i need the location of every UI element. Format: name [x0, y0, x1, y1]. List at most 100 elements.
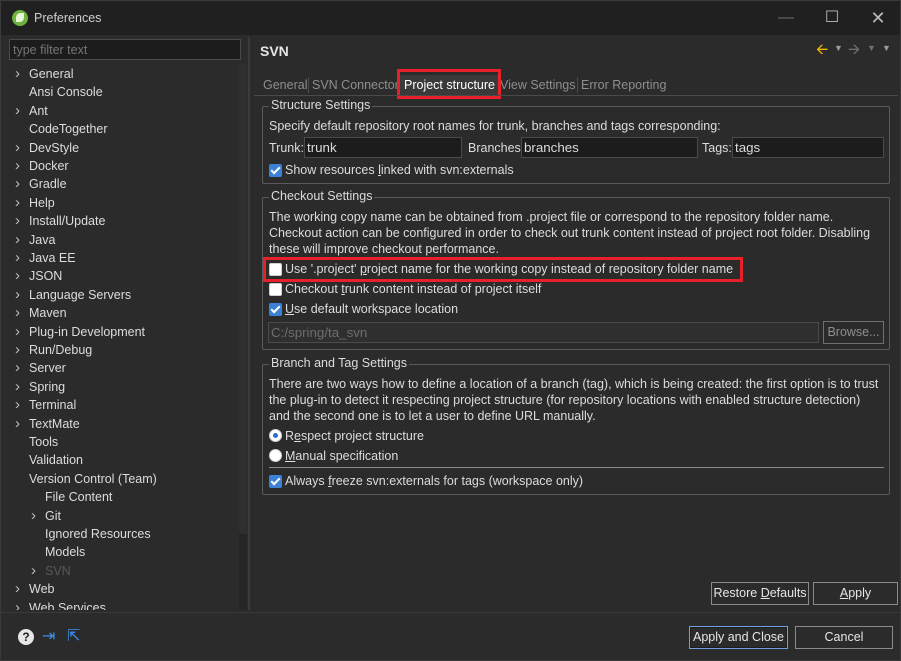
chevron-right-icon[interactable]: ›: [15, 396, 29, 414]
chevron-right-icon[interactable]: ›: [15, 341, 29, 359]
sidebar-item-gradle[interactable]: › Gradle: [15, 175, 67, 193]
arrow-left-icon[interactable]: 🡨: [816, 39, 828, 64]
sidebar-item-tools[interactable]: Tools: [15, 433, 58, 451]
chevron-right-icon[interactable]: ›: [15, 65, 29, 83]
sidebar-item-java-ee[interactable]: › Java EE: [15, 249, 76, 267]
sidebar-item-general[interactable]: › General: [15, 65, 73, 83]
sidebar-item-devstyle[interactable]: › DevStyle: [15, 139, 79, 157]
chevron-right-icon[interactable]: ›: [15, 599, 29, 610]
tree-scrollbar[interactable]: [239, 64, 247, 610]
use-project-name-label[interactable]: Use '.project' project name for the work…: [285, 262, 733, 276]
chevron-right-icon[interactable]: ›: [15, 139, 29, 157]
sidebar-item-validation[interactable]: Validation: [15, 451, 83, 469]
chevron-right-icon[interactable]: ›: [15, 249, 29, 267]
forward-history-chevron-down-icon[interactable]: ▼: [867, 43, 876, 53]
default-workspace-label[interactable]: Use default workspace location: [285, 302, 458, 316]
sidebar-item-docker[interactable]: › Docker: [15, 157, 69, 175]
sidebar-item-label: DevStyle: [29, 140, 80, 155]
arrow-right-icon[interactable]: 🡪: [848, 39, 860, 64]
checkout-trunk-label[interactable]: Checkout trunk content instead of projec…: [285, 282, 541, 296]
manual-specification-label[interactable]: Manual specification: [285, 449, 398, 463]
sidebar-item-label: Run/Debug: [29, 343, 93, 357]
default-workspace-checkbox[interactable]: [269, 303, 282, 316]
sidebar-item-maven[interactable]: › Maven: [15, 304, 67, 322]
freeze-externals-checkbox[interactable]: [269, 475, 282, 488]
chevron-right-icon[interactable]: ›: [31, 507, 45, 525]
chevron-right-icon[interactable]: ›: [15, 580, 29, 598]
sidebar-item-help[interactable]: › Help: [15, 194, 55, 212]
panel-splitter[interactable]: [248, 37, 250, 610]
chevron-right-icon[interactable]: ›: [15, 378, 29, 396]
tab-view-settings[interactable]: View Settings: [500, 75, 576, 95]
sidebar-item-file-content[interactable]: File Content: [31, 488, 112, 506]
sidebar-item-language-servers[interactable]: › Language Servers: [15, 286, 131, 304]
export-icon[interactable]: ⇱: [67, 628, 85, 646]
chevron-right-icon[interactable]: ›: [15, 157, 29, 175]
minimize-icon[interactable]: —: [763, 1, 809, 35]
chevron-right-icon[interactable]: ›: [15, 415, 29, 433]
show-externals-checkbox[interactable]: [269, 164, 282, 177]
chevron-right-icon[interactable]: ›: [15, 102, 29, 120]
sidebar-item-web[interactable]: › Web: [15, 580, 54, 598]
apply-button[interactable]: Apply: [813, 582, 898, 605]
tags-field[interactable]: [732, 137, 884, 158]
sidebar-item-svn[interactable]: › SVN: [31, 562, 71, 580]
sidebar-item-spring[interactable]: › Spring: [15, 378, 65, 396]
sidebar-item-ignored-resources[interactable]: Ignored Resources: [31, 525, 151, 543]
manual-specification-radio[interactable]: [269, 449, 282, 462]
chevron-right-icon[interactable]: ›: [15, 194, 29, 212]
sidebar-item-terminal[interactable]: › Terminal: [15, 396, 76, 414]
view-menu-chevron-down-icon[interactable]: ▼: [882, 43, 891, 53]
chevron-right-icon[interactable]: ›: [15, 323, 29, 341]
cancel-button[interactable]: Cancel: [795, 626, 893, 649]
checkout-trunk-checkbox[interactable]: [269, 283, 282, 296]
sidebar-item-server[interactable]: › Server: [15, 359, 66, 377]
sidebar-item-label: Tools: [29, 435, 59, 449]
sidebar-item-ant[interactable]: › Ant: [15, 102, 48, 120]
restore-defaults-button[interactable]: Restore Defaults: [711, 582, 809, 605]
chevron-right-icon[interactable]: ›: [15, 175, 29, 193]
tab-error-reporting[interactable]: Error Reporting: [581, 75, 666, 95]
chevron-right-icon[interactable]: ›: [15, 212, 29, 230]
sidebar-item-models[interactable]: Models: [31, 543, 85, 561]
sidebar-item-plug-in-development[interactable]: › Plug-in Development: [15, 323, 145, 341]
filter-input[interactable]: [9, 39, 241, 60]
sidebar-item-json[interactable]: › JSON: [15, 267, 62, 285]
back-history-chevron-down-icon[interactable]: ▼: [834, 43, 843, 53]
sidebar-item-ansi-console[interactable]: Ansi Console: [15, 83, 103, 101]
sidebar-item-web-services[interactable]: › Web Services: [15, 599, 106, 610]
freeze-externals-label[interactable]: Always freeze svn:externals for tags (wo…: [285, 474, 583, 488]
tab-divider: [308, 77, 309, 93]
tab-project-structure[interactable]: Project structure: [400, 75, 500, 95]
respect-structure-label[interactable]: Respect project structure: [285, 429, 424, 443]
close-icon[interactable]: ✕: [855, 1, 901, 35]
show-externals-label[interactable]: Show resources linked with svn:externals: [285, 163, 514, 177]
sidebar-item-java[interactable]: › Java: [15, 231, 55, 249]
chevron-right-icon[interactable]: ›: [15, 359, 29, 377]
chevron-right-icon[interactable]: ›: [31, 562, 45, 580]
use-project-name-checkbox[interactable]: [269, 263, 282, 276]
respect-structure-radio[interactable]: [269, 429, 282, 442]
sidebar-item-label: Install/Update: [29, 214, 106, 229]
trunk-field[interactable]: [304, 137, 462, 158]
sidebar-item-git[interactable]: › Git: [31, 507, 61, 525]
maximize-icon[interactable]: ☐: [809, 1, 855, 35]
tab-svn-connector[interactable]: SVN Connector: [312, 75, 399, 95]
help-icon[interactable]: ?: [18, 629, 34, 645]
sidebar-item-run-debug[interactable]: › Run/Debug: [15, 341, 92, 359]
tab-general[interactable]: General: [263, 75, 307, 95]
sidebar-item-codetogether[interactable]: CodeTogether: [15, 120, 108, 138]
chevron-right-icon[interactable]: ›: [15, 231, 29, 249]
import-icon[interactable]: ⇥: [42, 628, 60, 646]
tree-scrollbar-thumb[interactable]: [239, 64, 247, 534]
sidebar-item-version-control-team[interactable]: Version Control (Team): [15, 470, 157, 488]
apply-and-close-button[interactable]: Apply and Close: [689, 626, 788, 649]
chevron-right-icon[interactable]: ›: [15, 286, 29, 304]
sidebar-item-textmate[interactable]: › TextMate: [15, 415, 80, 433]
chevron-right-icon[interactable]: ›: [15, 304, 29, 322]
chevron-right-icon[interactable]: ›: [15, 267, 29, 285]
branches-field[interactable]: [521, 137, 698, 158]
sidebar-item-install-update[interactable]: › Install/Update: [15, 212, 105, 230]
branch-tag-description-line-1: There are two ways how to define a locat…: [269, 377, 879, 391]
browse-button[interactable]: Browse...: [823, 321, 884, 344]
